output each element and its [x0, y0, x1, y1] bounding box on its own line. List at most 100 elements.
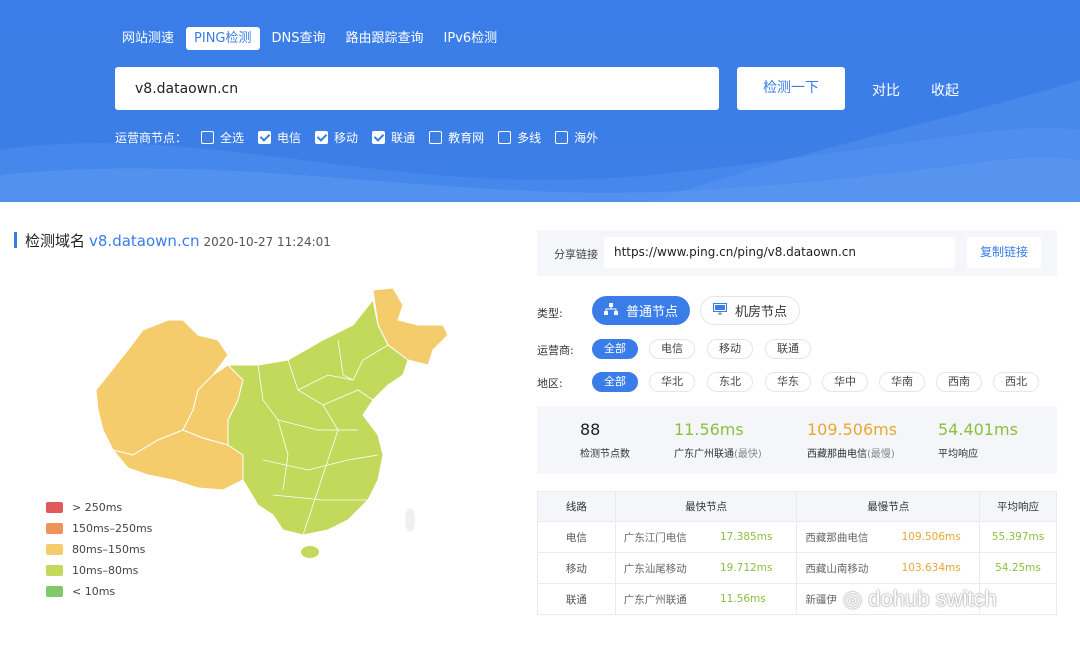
cell-slow-ms: 109.506ms — [901, 521, 981, 553]
cell-avg: 54.25ms — [979, 552, 1057, 584]
cell-line: 移动 — [537, 552, 616, 584]
checkbox-box[interactable] — [555, 131, 569, 144]
legend-swatch — [46, 586, 63, 597]
legend-item: 10ms–80ms — [46, 560, 152, 581]
legend-swatch — [46, 565, 63, 576]
checkbox-box[interactable] — [372, 131, 386, 144]
stat-slowest: 109.506ms 西藏那曲电信(最慢) — [807, 420, 897, 460]
share-panel: 分享链接 https://www.ping.cn/ping/v8.dataown… — [537, 230, 1057, 276]
domain-input[interactable] — [115, 67, 719, 110]
cell-slow-ms: 103.634ms — [901, 552, 981, 584]
checkbox-label: 联通 — [391, 131, 416, 145]
carrier-unicom[interactable]: 联通 — [765, 339, 811, 359]
compare-link[interactable]: 对比 — [872, 80, 900, 100]
result-domain: v8.dataown.cn — [89, 232, 200, 250]
server-icon — [713, 302, 727, 319]
checkbox-label: 全选 — [220, 131, 245, 145]
copy-link-button[interactable]: 复制链接 — [967, 237, 1041, 268]
header-banner: 网站测速 PING检测 DNS查询 路由跟踪查询 IPv6检测 检测一下 对比 … — [0, 0, 1080, 202]
checkbox-box[interactable] — [429, 131, 443, 144]
tab-speed[interactable]: 网站测速 — [114, 27, 182, 50]
region-hainan[interactable] — [301, 546, 319, 558]
stat-slowest-value: 109.506ms — [807, 420, 898, 439]
region-east[interactable]: 华东 — [765, 372, 811, 392]
carrier-telecom[interactable]: 电信 — [649, 339, 695, 359]
datacenter-node-button[interactable]: 机房节点 — [700, 296, 801, 325]
tab-traceroute[interactable]: 路由跟踪查询 — [338, 27, 432, 50]
tab-dns[interactable]: DNS查询 — [264, 27, 334, 50]
cell-fast-ms: 11.56ms — [719, 583, 798, 615]
carrier-mobile[interactable]: 移动 — [707, 339, 753, 359]
share-label: 分享链接 — [554, 248, 598, 261]
legend-label: < 10ms — [72, 585, 116, 598]
title-accent — [14, 232, 17, 248]
legend-item: > 250ms — [46, 497, 152, 518]
legend-label: 10ms–80ms — [72, 564, 139, 577]
stat-fastest: 11.56ms 广东广州联通(最快) — [674, 420, 762, 460]
cell-slow-node: 西藏那曲电信 — [796, 521, 902, 553]
tab-ipv6[interactable]: IPv6检测 — [436, 27, 506, 50]
region-all[interactable]: 全部 — [592, 372, 638, 392]
checkbox-label: 电信 — [277, 131, 302, 145]
stat-count-label: 检测节点数 — [580, 449, 630, 460]
table-row: 电信 广东江门电信 17.385ms 西藏那曲电信 109.506ms 55.3… — [537, 521, 1057, 553]
network-icon — [604, 302, 618, 319]
region-taiwan[interactable] — [405, 508, 415, 532]
cell-fast-node: 广东江门电信 — [614, 521, 720, 553]
stat-fastest-node: 广东广州联通 — [674, 449, 734, 460]
stat-fastest-label: 广东广州联通(最快) — [674, 445, 762, 460]
col-average: 平均响应 — [979, 491, 1057, 522]
col-slowest: 最慢节点 — [796, 491, 981, 522]
checkbox-unicom[interactable]: 联通 — [372, 129, 415, 146]
collapse-link[interactable]: 收起 — [931, 80, 959, 100]
share-url-field[interactable]: https://www.ping.cn/ping/v8.dataown.cn — [604, 237, 955, 268]
checkbox-overseas[interactable]: 海外 — [555, 129, 598, 146]
region-central-china[interactable]: 华中 — [822, 372, 868, 392]
checkbox-multiline[interactable]: 多线 — [498, 129, 541, 146]
checkbox-box[interactable] — [315, 131, 329, 144]
cell-line: 联通 — [537, 583, 616, 615]
region-northwest[interactable]: 西北 — [993, 372, 1039, 392]
checkbox-box[interactable] — [258, 131, 272, 144]
cell-fast-node: 广东广州联通 — [614, 583, 720, 615]
checkbox-box[interactable] — [201, 131, 215, 144]
region-northeast[interactable]: 东北 — [707, 372, 753, 392]
checkbox-mobile[interactable]: 移动 — [315, 129, 358, 146]
type-label: 类型: — [537, 307, 563, 320]
cell-fast-node: 广东汕尾移动 — [614, 552, 720, 584]
checkbox-edu[interactable]: 教育网 — [429, 129, 484, 146]
checkbox-all[interactable]: 全选 — [201, 129, 244, 146]
map-legend: > 250ms 150ms–250ms 80ms–150ms 10ms–80ms… — [46, 497, 152, 602]
region-south[interactable]: 华南 — [879, 372, 925, 392]
tab-ping[interactable]: PING检测 — [186, 27, 260, 50]
region-north[interactable]: 华北 — [649, 372, 695, 392]
legend-swatch — [46, 523, 63, 534]
legend-label: 80ms–150ms — [72, 543, 146, 556]
stat-slowest-sub: (最慢) — [867, 449, 895, 460]
legend-swatch — [46, 502, 63, 513]
col-line: 线路 — [537, 491, 616, 522]
check-button[interactable]: 检测一下 — [737, 67, 845, 110]
region-southwest[interactable]: 西南 — [936, 372, 982, 392]
datacenter-node-label: 机房节点 — [735, 305, 788, 320]
watermark: ◎ dohub switch — [843, 586, 997, 612]
checkbox-box[interactable] — [498, 131, 512, 144]
stats-panel: 88 检测节点数 11.56ms 广东广州联通(最快) 109.506ms 西藏… — [537, 406, 1057, 474]
stat-average-value: 54.401ms — [938, 420, 1018, 439]
result-title: 检测域名 v8.dataown.cn 2020-10-27 11:24:01 — [25, 230, 331, 251]
normal-node-button[interactable]: 普通节点 — [592, 296, 691, 325]
checkbox-label: 教育网 — [448, 131, 485, 145]
checkbox-telecom[interactable]: 电信 — [258, 129, 301, 146]
legend-item: < 10ms — [46, 581, 152, 602]
result-time: 2020-10-27 11:24:01 — [203, 235, 331, 249]
wechat-icon: ◎ — [843, 586, 863, 611]
checkbox-label: 移动 — [334, 131, 359, 145]
stat-fastest-sub: (最快) — [734, 449, 762, 460]
carrier-all[interactable]: 全部 — [592, 339, 638, 359]
tool-tabs: 网站测速 PING检测 DNS查询 路由跟踪查询 IPv6检测 — [114, 27, 505, 50]
isp-filter-label: 运营商节点： — [115, 131, 188, 145]
watermark-text: dohub switch — [868, 586, 997, 611]
region-label: 地区: — [537, 377, 563, 390]
normal-node-label: 普通节点 — [626, 305, 679, 320]
table-row: 移动 广东汕尾移动 19.712ms 西藏山南移动 103.634ms 54.2… — [537, 552, 1057, 584]
